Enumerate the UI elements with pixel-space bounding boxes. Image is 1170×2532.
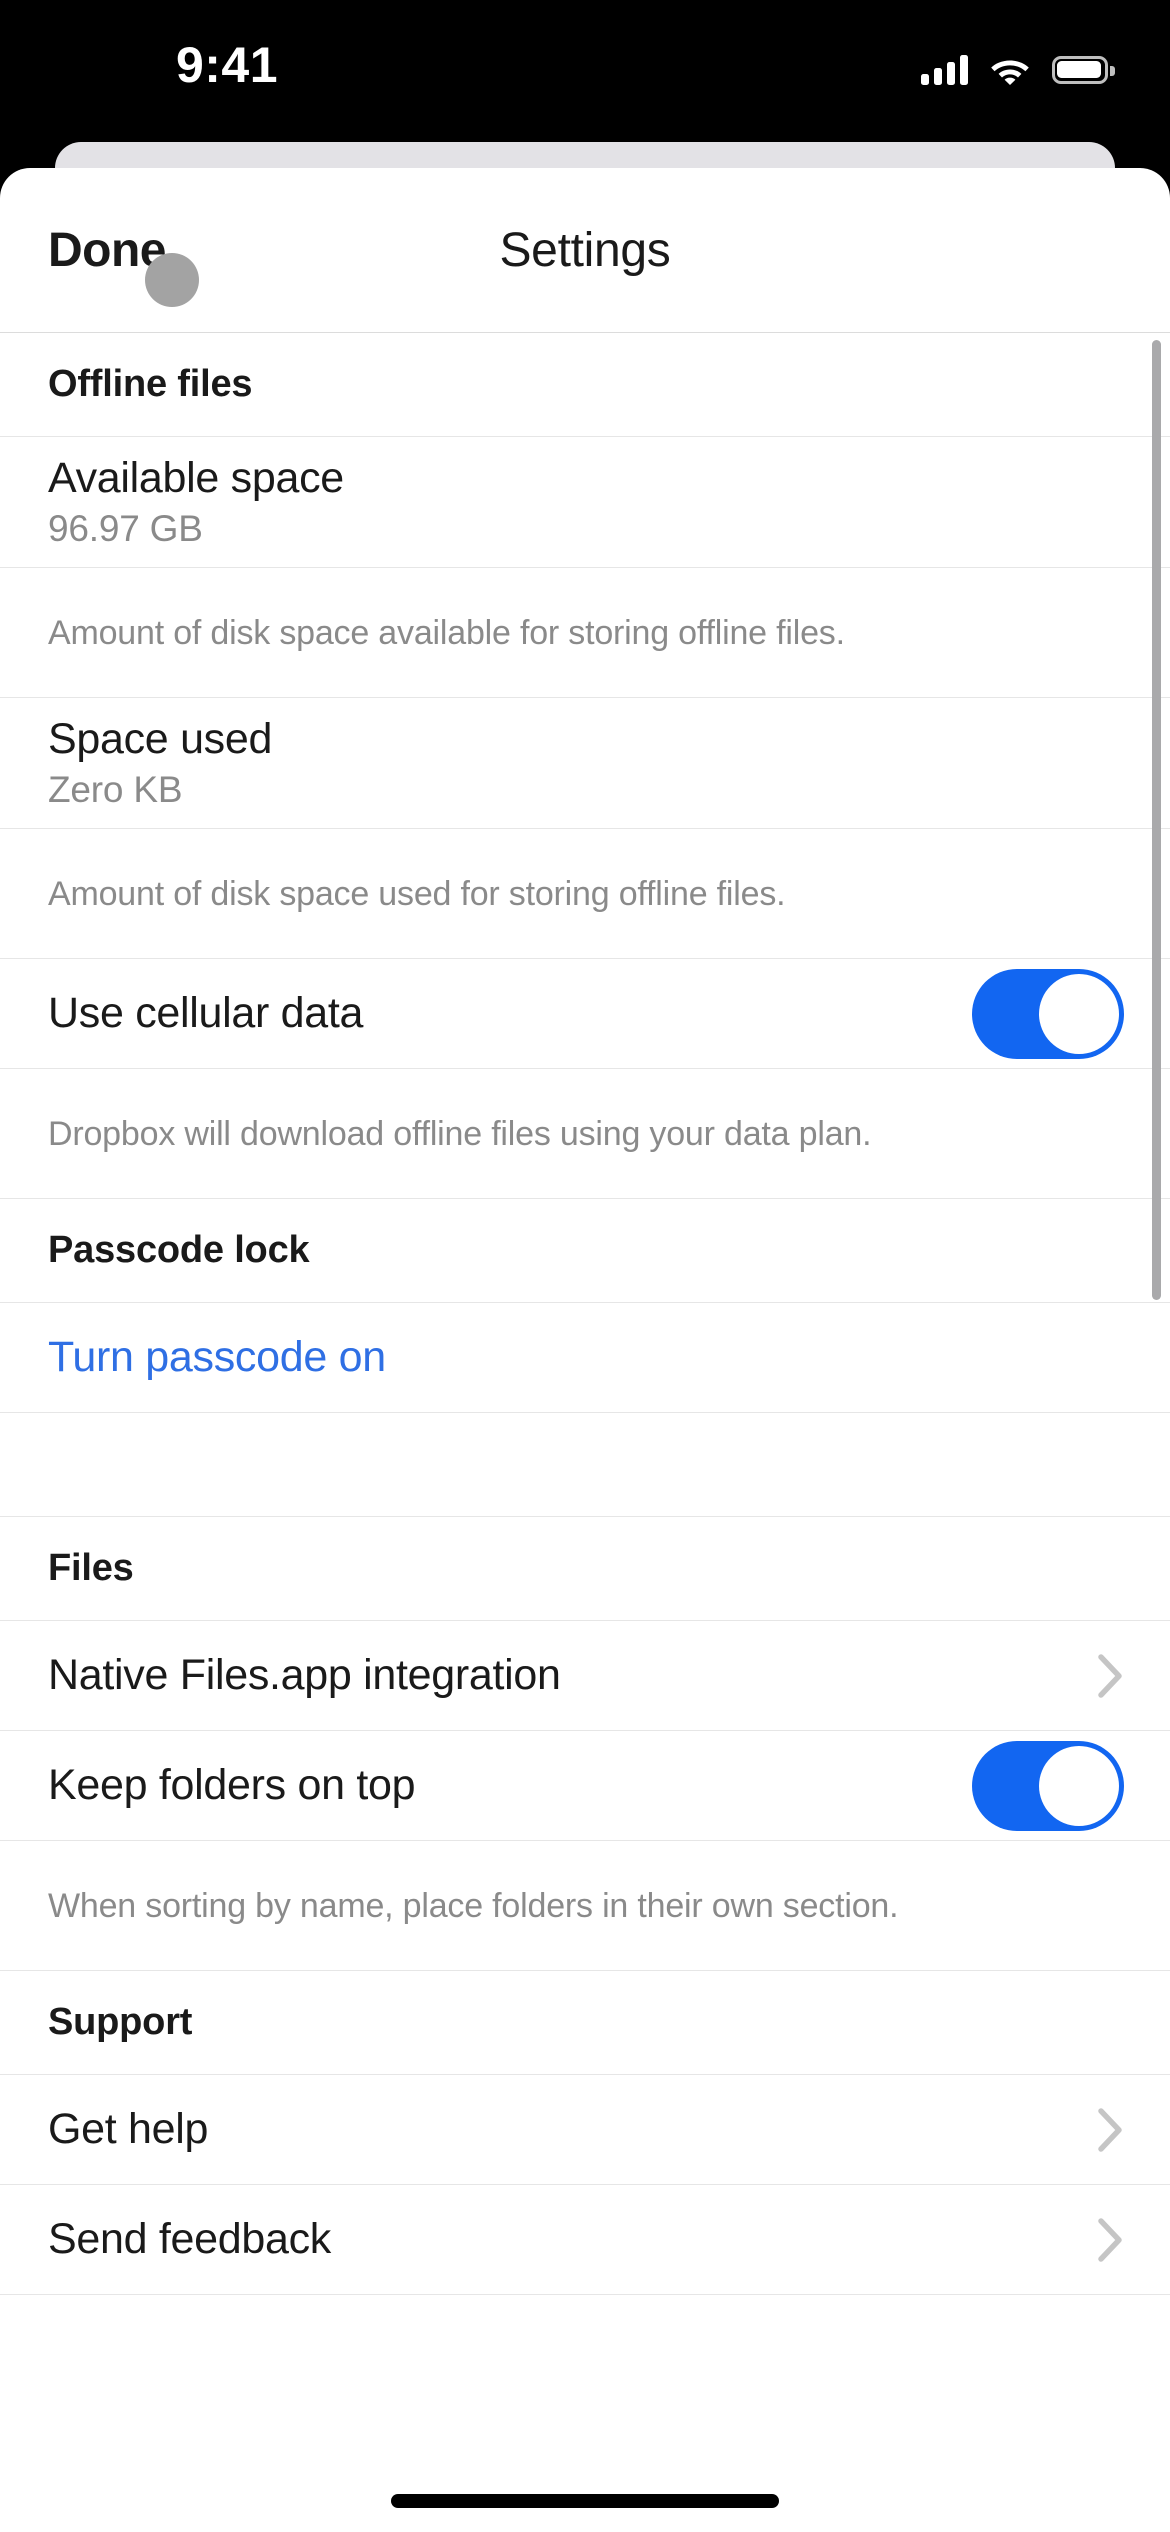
space-used-value: Zero KB (48, 768, 183, 810)
wifi-icon (990, 55, 1030, 85)
available-space-title: Available space (48, 453, 344, 502)
row-keep-folders-on-top[interactable]: Keep folders on top (0, 1731, 1170, 1841)
chevron-right-icon (1098, 2217, 1124, 2262)
battery-icon (1052, 56, 1115, 84)
status-bar: 9:41 (0, 0, 1170, 142)
use-cellular-data-label: Use cellular data (48, 989, 364, 1037)
status-bar-clock: 9:41 (175, 37, 279, 93)
description-use-cellular-data: Dropbox will download offline files usin… (0, 1069, 1170, 1199)
turn-passcode-on-link[interactable]: Turn passcode on (48, 1331, 1124, 1384)
navigation-bar: Done Settings (0, 168, 1170, 333)
cellular-signal-icon (921, 55, 968, 85)
description-space-used: Amount of disk space used for storing of… (0, 829, 1170, 959)
vertical-scrollbar[interactable] (1152, 340, 1161, 1300)
keep-folders-on-top-label: Keep folders on top (48, 1761, 416, 1809)
available-space-value: 96.97 GB (48, 507, 203, 549)
section-header-offline-files: Offline files (0, 333, 1170, 437)
native-files-integration-label: Native Files.app integration (48, 1651, 561, 1699)
section-header-support: Support (0, 1971, 1170, 2075)
row-use-cellular-data[interactable]: Use cellular data (0, 959, 1170, 1069)
row-native-files-integration[interactable]: Native Files.app integration (0, 1621, 1170, 1731)
available-space-description: Amount of disk space available for stori… (48, 613, 845, 652)
use-cellular-data-description: Dropbox will download offline files usin… (48, 1114, 872, 1153)
home-indicator[interactable] (391, 2494, 779, 2508)
chevron-right-icon (1098, 2107, 1124, 2152)
description-available-space: Amount of disk space available for stori… (0, 568, 1170, 698)
settings-list: Offline files Available space 96.97 GB A… (0, 333, 1170, 2295)
get-help-label: Get help (48, 2105, 209, 2153)
row-get-help[interactable]: Get help (0, 2075, 1170, 2185)
row-send-feedback[interactable]: Send feedback (0, 2185, 1170, 2295)
keep-folders-on-top-toggle[interactable] (972, 1740, 1124, 1831)
space-used-description: Amount of disk space used for storing of… (48, 874, 786, 913)
section-spacer-passcode (0, 1413, 1170, 1517)
section-header-files: Files (0, 1517, 1170, 1621)
description-keep-folders-on-top: When sorting by name, place folders in t… (0, 1841, 1170, 1971)
use-cellular-data-toggle[interactable] (972, 968, 1124, 1059)
space-used-title: Space used (48, 714, 273, 763)
row-space-used[interactable]: Space used Zero KB (0, 698, 1170, 829)
send-feedback-label: Send feedback (48, 2215, 331, 2263)
row-available-space[interactable]: Available space 96.97 GB (0, 437, 1170, 568)
toggle-knob (1039, 1745, 1119, 1826)
section-header-passcode-lock: Passcode lock (0, 1199, 1170, 1303)
toggle-knob (1039, 973, 1119, 1054)
chevron-right-icon (1098, 1653, 1124, 1698)
row-turn-passcode-on[interactable]: Turn passcode on (0, 1303, 1170, 1413)
status-bar-icons (921, 48, 1115, 92)
keep-folders-on-top-description: When sorting by name, place folders in t… (48, 1886, 899, 1925)
phone-screen: 9:41 Done Settings Offline files Availab… (0, 0, 1170, 2532)
tap-cursor-indicator (145, 253, 199, 307)
settings-modal-sheet: Done Settings Offline files Available sp… (0, 168, 1170, 2532)
